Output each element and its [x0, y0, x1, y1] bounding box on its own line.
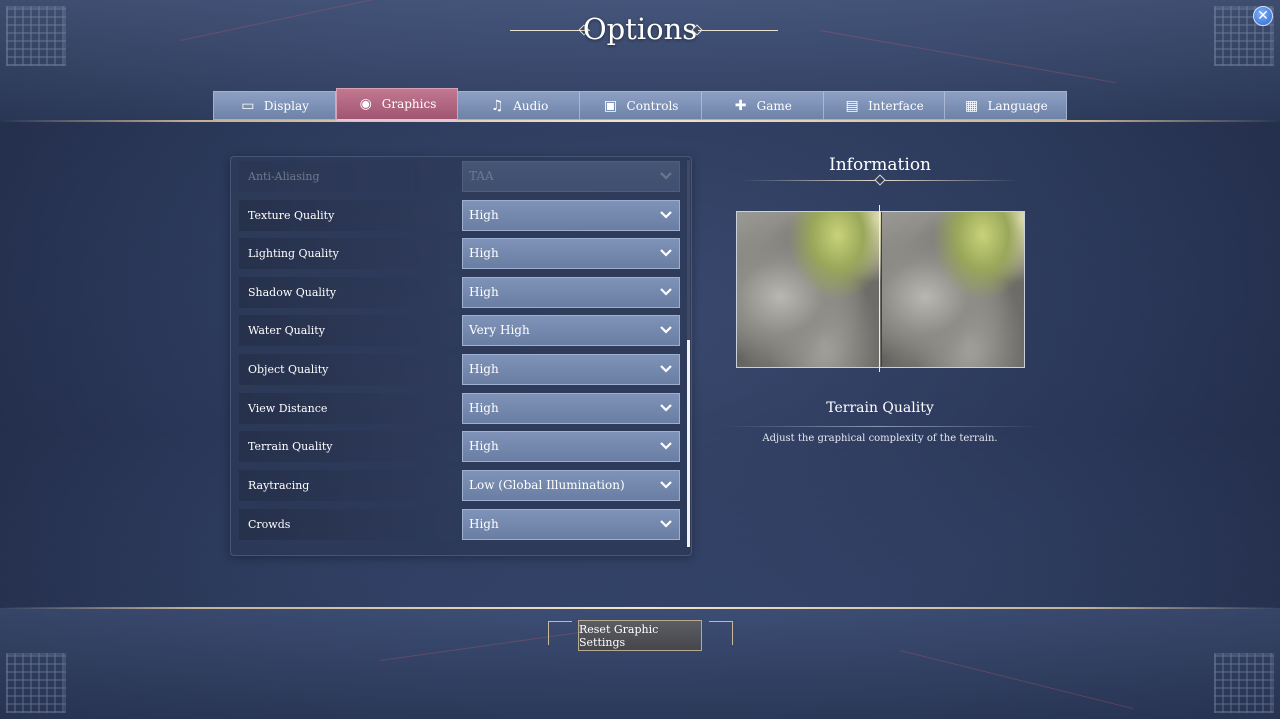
button-ornament — [709, 621, 733, 645]
dropdown-value: TAA — [469, 169, 494, 183]
setting-row-crowds: Crowds High — [239, 509, 683, 540]
tab-label: Graphics — [381, 97, 437, 111]
preview-after — [882, 212, 1024, 367]
setting-label: Anti-Aliasing — [248, 170, 320, 183]
tab-label: Controls — [626, 98, 679, 113]
shadow-quality-dropdown[interactable]: High — [462, 277, 680, 308]
terrain-preview-image — [736, 211, 1025, 368]
dropdown-value: High — [469, 246, 499, 260]
setting-label: Crowds — [248, 518, 291, 531]
terrain-quality-dropdown[interactable]: High — [462, 431, 680, 462]
tab-label: Game — [756, 98, 792, 113]
tab-label: Language — [987, 98, 1048, 113]
page-title: Options — [582, 12, 698, 46]
dropdown-value: Very High — [469, 323, 530, 337]
tab-label: Display — [263, 98, 309, 113]
view-distance-dropdown[interactable]: High — [462, 393, 680, 424]
dropdown-value: High — [469, 285, 499, 299]
tab-interface[interactable]: ▤ Interface — [824, 92, 946, 119]
setting-row-texture-quality: Texture Quality High — [239, 200, 683, 231]
object-quality-dropdown[interactable]: High — [462, 354, 680, 385]
close-icon: ✕ — [1257, 8, 1269, 24]
lighting-quality-dropdown[interactable]: High — [462, 238, 680, 269]
tab-bar: ▭ Display ◉ Graphics ♫ Audio ▣ Controls … — [213, 88, 1067, 121]
language-icon: ▦ — [964, 97, 979, 114]
chevron-down-icon — [660, 481, 672, 489]
setting-label: Lighting Quality — [248, 247, 339, 260]
preview-before — [737, 212, 881, 367]
dropdown-value: Low (Global Illumination) — [469, 478, 625, 492]
dropdown-value: High — [469, 517, 499, 531]
puzzle-icon: ✚ — [734, 97, 747, 114]
chevron-down-icon — [660, 172, 672, 180]
dropdown-value: High — [469, 401, 499, 415]
chevron-down-icon — [660, 211, 672, 219]
close-button[interactable]: ✕ — [1253, 6, 1273, 26]
scrollbar-thumb[interactable] — [687, 340, 690, 547]
setting-row-terrain-quality: Terrain Quality High — [239, 431, 683, 462]
corner-ornament — [6, 653, 66, 713]
corner-ornament — [1214, 653, 1274, 713]
chevron-down-icon — [660, 326, 672, 334]
setting-label: Texture Quality — [248, 209, 335, 222]
music-note-icon: ♫ — [490, 97, 504, 114]
footer-divider — [0, 607, 1280, 609]
tab-label: Audio — [513, 98, 549, 113]
controls-icon: ▣ — [603, 97, 618, 114]
setting-row-view-distance: View Distance High — [239, 393, 683, 424]
reset-graphic-settings-button[interactable]: Reset Graphic Settings — [578, 620, 702, 651]
dropdown-value: High — [469, 208, 499, 222]
reset-button-label: Reset Graphic Settings — [579, 622, 659, 649]
monitor-icon: ▭ — [241, 97, 255, 114]
chevron-down-icon — [660, 404, 672, 412]
dropdown-value: High — [469, 362, 499, 376]
setting-label: View Distance — [248, 402, 328, 415]
tab-label: Interface — [868, 98, 924, 113]
chevron-down-icon — [660, 520, 672, 528]
chevron-down-icon — [660, 249, 672, 257]
anti-aliasing-dropdown[interactable]: TAA — [462, 161, 680, 192]
chevron-down-icon — [660, 288, 672, 296]
crowds-dropdown[interactable]: High — [462, 509, 680, 540]
setting-label: Raytracing — [248, 479, 310, 492]
header-divider — [0, 120, 1280, 122]
setting-row-shadow-quality: Shadow Quality High — [239, 277, 683, 308]
tab-language[interactable]: ▦ Language — [945, 92, 1066, 119]
setting-row-object-quality: Object Quality High — [239, 354, 683, 385]
raytracing-dropdown[interactable]: Low (Global Illumination) — [462, 470, 680, 501]
tab-controls[interactable]: ▣ Controls — [580, 92, 702, 119]
info-title: Information — [828, 155, 932, 175]
dropdown-value: High — [469, 439, 499, 453]
setting-label: Terrain Quality — [248, 440, 333, 453]
button-ornament — [548, 621, 572, 645]
tab-graphics[interactable]: ◉ Graphics — [335, 88, 459, 121]
eye-icon: ◉ — [359, 96, 372, 112]
setting-row-lighting-quality: Lighting Quality High — [239, 238, 683, 269]
tab-display[interactable]: ▭ Display — [214, 92, 336, 119]
tab-audio[interactable]: ♫ Audio — [458, 92, 581, 119]
setting-row-raytracing: Raytracing Low (Global Illumination) — [239, 470, 683, 501]
setting-row-anti-aliasing: Anti-Aliasing TAA — [239, 161, 683, 192]
setting-description: Adjust the graphical complexity of the t… — [762, 433, 998, 444]
chevron-down-icon — [660, 365, 672, 373]
tab-game[interactable]: ✚ Game — [702, 92, 824, 119]
settings-panel: Anti-Aliasing TAA Texture Quality High L… — [230, 156, 692, 556]
selected-setting-name: Terrain Quality — [826, 400, 934, 416]
chevron-down-icon — [660, 442, 672, 450]
setting-label: Shadow Quality — [248, 286, 337, 299]
texture-quality-dropdown[interactable]: High — [462, 200, 680, 231]
interface-icon: ▤ — [845, 97, 859, 114]
setting-label: Water Quality — [248, 324, 325, 337]
setting-divider — [722, 426, 1040, 427]
setting-label: Object Quality — [248, 363, 329, 376]
comparison-slider[interactable] — [879, 205, 880, 372]
water-quality-dropdown[interactable]: Very High — [462, 315, 680, 346]
setting-row-water-quality: Water Quality Very High — [239, 315, 683, 346]
title-ornament — [698, 30, 778, 31]
